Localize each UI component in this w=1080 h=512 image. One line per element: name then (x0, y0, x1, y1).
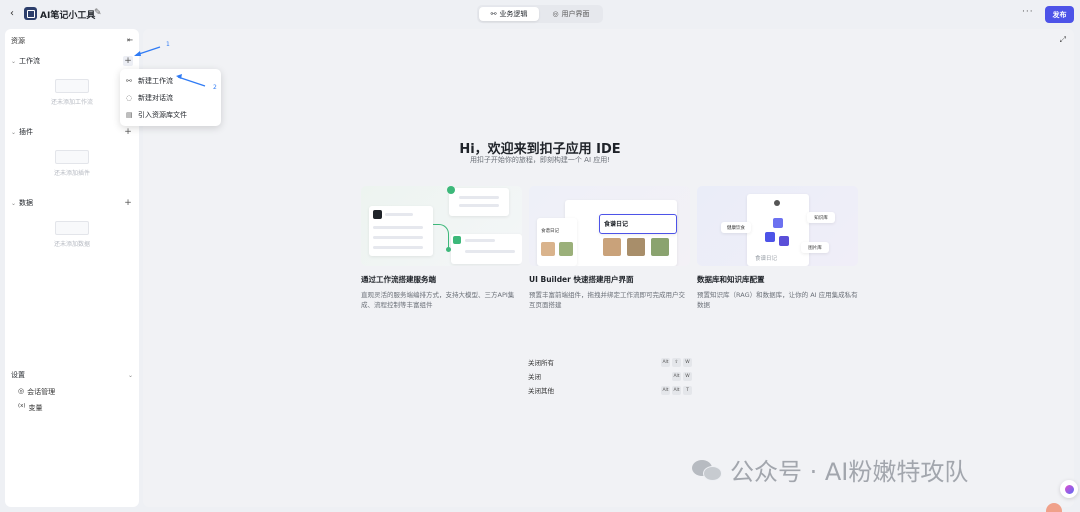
section-label-workflow: 工作流 (19, 57, 41, 65)
tag-chip: 知识库 (807, 212, 835, 223)
settings-item-label: 变量 (28, 404, 43, 412)
key-cap: Alt (672, 371, 681, 381)
top-bar: ‹ AI笔记小工具 ✎ ⚯ 业务逻辑 ◎ 用户界面 ··· 发布 (0, 0, 1080, 28)
add-plugin-button[interactable]: + (123, 127, 133, 137)
workflow-illustration (361, 186, 522, 266)
resource-sidebar: 资源 ⇤ ⌄ 工作流 + 还未添加工作流 ⌄ 插件 + 还未添加插件 ⌄ 数据 + 还… (5, 29, 139, 507)
section-label-data: 数据 (19, 199, 34, 207)
ui-builder-illustration: 食谱日记 食谱日记 (529, 186, 690, 266)
palette-icon: ◎ (552, 10, 559, 18)
key-cap: W (683, 371, 692, 381)
add-resource-dropdown: ⚯ 新建工作流 ◌ 新建对话流 ▤ 引入资源库文件 (120, 69, 221, 126)
settings-item-label: 会话管理 (27, 388, 56, 396)
add-data-button[interactable]: + (123, 198, 133, 208)
art-label: 食谱日记 (755, 256, 778, 262)
data-section: ⌄ 数据 + 还未添加数据 (11, 197, 133, 248)
key-cap: T (683, 385, 692, 395)
chevron-down-icon[interactable]: ⌄ (11, 58, 16, 65)
add-workflow-button[interactable]: + (123, 56, 133, 66)
key-cap: Alt (672, 385, 681, 395)
assistant-icon[interactable] (1060, 480, 1078, 498)
empty-text: 还未添加数据 (53, 241, 90, 248)
mode-tabs: ⚯ 业务逻辑 ◎ 用户界面 (477, 5, 603, 23)
resources-header: 资源 ⇤ (11, 36, 133, 46)
welcome-subtitle: 用扣子开始你的旅程，即刻构建一个 AI 应用! (469, 156, 611, 164)
workflow-icon: ⚯ (490, 10, 497, 18)
feature-card-ui-builder[interactable]: 食谱日记 食谱日记 UI Builder 快速搭建用户界面 预置丰富前端组件，拖… (529, 186, 690, 310)
chat-icon: ◌ (126, 93, 133, 102)
empty-placeholder-image (55, 79, 89, 93)
more-options-icon[interactable]: ··· (1022, 7, 1034, 17)
card-title: 数据库和知识库配置 (697, 275, 765, 284)
tab-user-interface[interactable]: ◎ 用户界面 (541, 7, 601, 21)
card-title: UI Builder 快速搭建用户界面 (529, 275, 634, 284)
card-title: 通过工作流搭建服务端 (361, 275, 436, 284)
settings-label: 设置 (11, 371, 25, 379)
workflow-icon: ⚯ (126, 76, 132, 85)
key-cap: W (683, 357, 692, 367)
avatar (1046, 503, 1062, 512)
settings-item-variables[interactable]: (x) 变量 (11, 403, 133, 413)
resources-label: 资源 (11, 37, 25, 45)
card-description: 预置知识库（RAG）和数据库，让你的 AI 应用集成私有数据 (697, 291, 858, 309)
settings-item-conversation[interactable]: ◎ 会话管理 (11, 387, 133, 397)
tab-business-logic[interactable]: ⚯ 业务逻辑 (479, 7, 539, 21)
shortcut-row: 关闭所有 Alt ⇧ W (528, 355, 692, 369)
tag-chip: 健康饮食 (721, 222, 751, 233)
fullscreen-icon[interactable]: ⤢ (1060, 35, 1066, 45)
key-cap: Alt (661, 357, 670, 367)
key-cap: ⇧ (672, 357, 681, 367)
feature-card-database[interactable]: 食谱日记 健康饮食 知识库 图片库 数据库和知识库配置 预置知识库（RAG）和数… (697, 186, 858, 310)
card-description: 预置丰富前端组件，拖拽并绑定工作流即可完成用户交互页面搭建 (529, 291, 685, 309)
collapse-sidebar-icon[interactable]: ⇤ (127, 36, 133, 46)
tag-chip: 图片库 (801, 242, 829, 253)
feature-card-workflow[interactable]: 通过工作流搭建服务端 直观灵活的服务端编排方式，支持大模型、三方API集成、流程… (361, 186, 522, 310)
chevron-down-icon[interactable]: ⌄ (11, 200, 16, 207)
card-description: 直观灵活的服务端编排方式，支持大模型、三方API集成、流程控制等丰富组件 (361, 291, 515, 309)
database-illustration: 食谱日记 健康饮食 知识库 图片库 (697, 186, 858, 266)
wechat-logo-icon (692, 457, 722, 483)
empty-placeholder-image (55, 221, 89, 235)
keyboard-shortcuts: 关闭所有 Alt ⇧ W 关闭 Alt W 关闭其他 Alt Alt T (528, 355, 692, 397)
shortcut-row: 关闭 Alt W (528, 369, 692, 383)
back-icon[interactable]: ‹ (10, 8, 14, 19)
app-icon (24, 7, 37, 20)
watermark: 公众号 · AI粉嫩特攻队 (692, 452, 968, 487)
shortcut-row: 关闭其他 Alt Alt T (528, 383, 692, 397)
chevron-down-icon[interactable]: ⌄ (128, 372, 133, 379)
annotation-step-2: 2 (213, 84, 217, 91)
art-label-small: 食谱日记 (541, 229, 559, 234)
variable-icon: (x) (18, 403, 26, 409)
menu-item-new-workflow[interactable]: ⚯ 新建工作流 (120, 72, 221, 89)
edit-icon[interactable]: ✎ (94, 8, 102, 18)
menu-item-import-library[interactable]: ▤ 引入资源库文件 (120, 106, 221, 123)
art-label: 食谱日记 (604, 221, 629, 228)
settings-section: 设置 ⌄ ◎ 会话管理 (x) 变量 (11, 369, 133, 413)
app-title: AI笔记小工具 (40, 11, 96, 21)
section-label-plugin: 插件 (19, 128, 34, 136)
library-icon: ▤ (126, 110, 133, 119)
watermark-text: 公众号 · AI粉嫩特攻队 (730, 458, 969, 486)
chevron-down-icon[interactable]: ⌄ (11, 129, 16, 136)
publish-button[interactable]: 发布 (1045, 6, 1074, 23)
workflow-section: ⌄ 工作流 + 还未添加工作流 (11, 55, 133, 106)
annotation-step-1: 1 (166, 41, 170, 48)
conversation-icon: ◎ (18, 387, 25, 395)
empty-text: 还未添加工作流 (50, 99, 93, 106)
empty-text: 还未添加插件 (53, 170, 90, 177)
key-cap: Alt (661, 385, 670, 395)
menu-item-new-chatflow[interactable]: ◌ 新建对话流 (120, 89, 221, 106)
